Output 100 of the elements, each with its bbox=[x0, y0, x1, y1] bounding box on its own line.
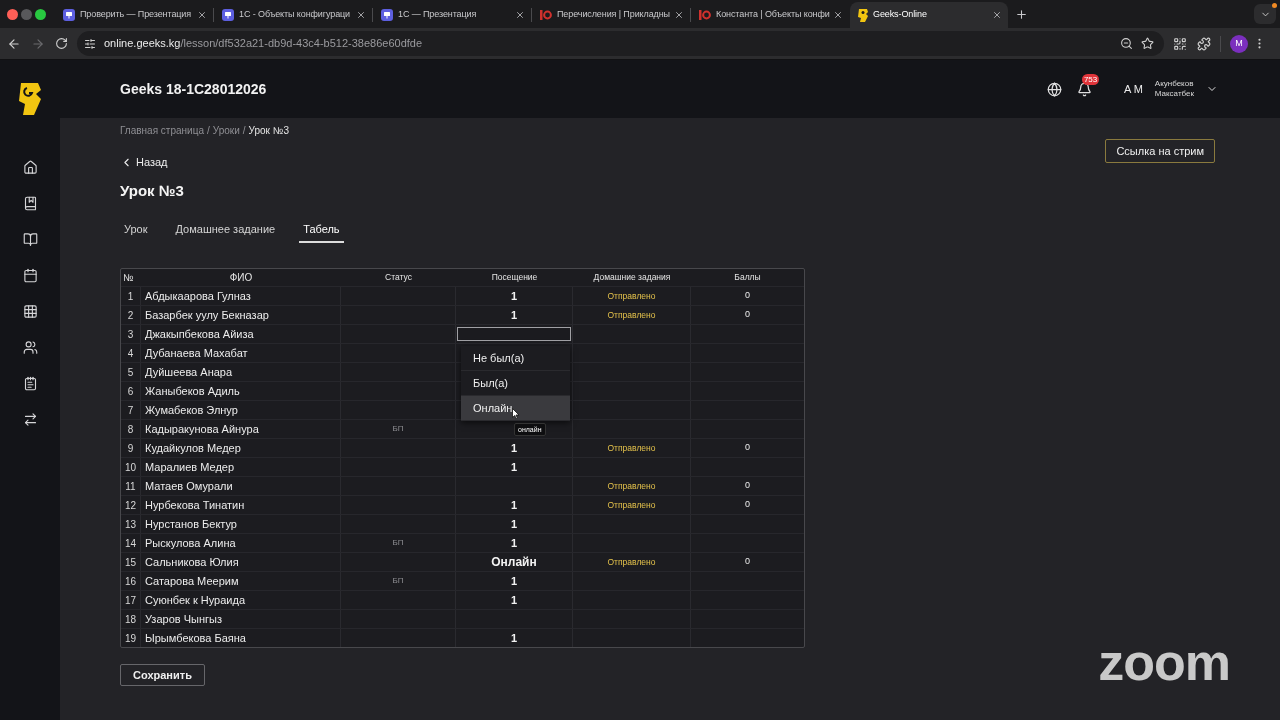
attendance-value: Онлайн bbox=[491, 554, 537, 571]
zoom-logo: zoom bbox=[1098, 642, 1230, 682]
back-link[interactable]: Назад bbox=[120, 155, 168, 169]
tab-title: 1С — Презентация bbox=[398, 8, 478, 22]
site-settings-icon[interactable] bbox=[84, 37, 96, 50]
url-text: online.geeks.kg/lesson/df532a21-db9d-43c4-b512-38e86e60dfde bbox=[104, 36, 423, 52]
close-icon[interactable] bbox=[992, 10, 1002, 20]
row-number: 12 bbox=[124, 498, 137, 513]
slides-favicon-icon bbox=[63, 9, 75, 21]
close-icon[interactable] bbox=[356, 10, 366, 20]
homework-status: Отправлено bbox=[607, 498, 656, 512]
notification-badge: 753 bbox=[1081, 73, 1100, 85]
user-initials: A M bbox=[1123, 81, 1143, 97]
home-icon[interactable] bbox=[22, 160, 38, 175]
qr-code-icon[interactable] bbox=[1173, 36, 1187, 51]
attendance-value: 1 bbox=[510, 288, 518, 304]
breadcrumb-link[interactable]: Уроки bbox=[212, 122, 240, 138]
student-name: Абдыкаарова Гулназ bbox=[145, 288, 251, 304]
score-value: 0 bbox=[745, 555, 750, 569]
student-name: Жаныбеков Адиль bbox=[145, 383, 240, 399]
row-number: 14 bbox=[124, 536, 137, 551]
student-name: Сальникова Юлия bbox=[145, 554, 239, 570]
tab-list-button[interactable] bbox=[1254, 4, 1276, 24]
slides-favicon-icon bbox=[381, 9, 393, 21]
row-number: 6 bbox=[127, 384, 134, 399]
bell-icon[interactable] bbox=[1076, 81, 1092, 97]
attendance-value: 1 bbox=[510, 516, 518, 532]
column-header: Домашние задания bbox=[593, 271, 671, 284]
extensions-puzzle-icon[interactable] bbox=[1197, 36, 1211, 51]
profile-avatar[interactable]: M bbox=[1230, 34, 1248, 53]
close-window-icon[interactable] bbox=[7, 8, 18, 20]
attendance-value: 1 bbox=[510, 440, 518, 456]
ring-mark-favicon-icon bbox=[699, 10, 711, 20]
page-title: Урок №3 bbox=[120, 182, 184, 200]
browser-tab[interactable]: Константа | Объекты конфи bbox=[691, 2, 849, 28]
close-icon[interactable] bbox=[515, 10, 525, 20]
row-number: 10 bbox=[124, 460, 137, 475]
dropdown-option[interactable]: Был(а) bbox=[461, 371, 570, 396]
open-book-icon[interactable] bbox=[22, 232, 38, 247]
row-number: 11 bbox=[125, 479, 136, 494]
page-tab[interactable]: Табель bbox=[299, 217, 344, 243]
tab-title: Проверить — Презентация bbox=[80, 8, 192, 22]
page-tab[interactable]: Домашнее задание bbox=[171, 217, 280, 243]
grid-icon[interactable] bbox=[22, 304, 38, 319]
user-name: Максатбек bbox=[1154, 89, 1194, 99]
browser-tab[interactable]: 1С - Объекты конфигураци bbox=[214, 2, 372, 28]
attendance-select-field[interactable] bbox=[457, 327, 571, 341]
student-name: Сатарова Меерим bbox=[145, 573, 239, 589]
close-icon[interactable] bbox=[674, 10, 684, 20]
breadcrumb-link[interactable]: Главная страница bbox=[120, 122, 204, 138]
maximize-window-icon[interactable] bbox=[35, 8, 46, 20]
attendance-value: 1 bbox=[510, 535, 518, 551]
student-name: Базарбек уулу Бекназар bbox=[145, 307, 269, 323]
save-button[interactable]: Сохранить bbox=[120, 664, 205, 686]
column-header: Посещение bbox=[491, 271, 538, 284]
close-icon[interactable] bbox=[833, 10, 843, 20]
attendance-value: 1 bbox=[510, 592, 518, 608]
student-name: Джакыпбекова Айиза bbox=[145, 326, 254, 342]
address-bar[interactable]: online.geeks.kg/lesson/df532a21-db9d-43c4-b512-38e86e60dfde bbox=[77, 31, 1164, 56]
row-number: 7 bbox=[127, 403, 134, 418]
calendar-icon[interactable] bbox=[22, 268, 38, 283]
people-icon[interactable] bbox=[22, 340, 38, 355]
browser-tab[interactable]: Перечисления | Прикладны bbox=[532, 2, 690, 28]
row-number: 4 bbox=[127, 346, 134, 361]
bookmarked-book-icon[interactable] bbox=[22, 196, 38, 211]
column-header: ФИО bbox=[229, 271, 253, 285]
student-name: Матаев Омурали bbox=[145, 478, 233, 494]
close-icon[interactable] bbox=[197, 10, 207, 20]
back-arrow-icon[interactable] bbox=[7, 36, 21, 51]
geeks-logo-icon[interactable] bbox=[19, 83, 41, 115]
score-value: 0 bbox=[745, 479, 750, 493]
homework-status: Отправлено bbox=[607, 479, 656, 493]
bookmark-star-icon[interactable] bbox=[1141, 37, 1154, 50]
reload-icon[interactable] bbox=[55, 37, 68, 50]
row-number: 16 bbox=[124, 574, 137, 589]
row-number: 3 bbox=[127, 327, 134, 342]
swap-arrows-icon[interactable] bbox=[22, 412, 38, 427]
browser-tab[interactable]: Geeks-Online bbox=[850, 2, 1008, 28]
stream-link-button[interactable]: Ссылка на стрим bbox=[1105, 139, 1215, 163]
dropdown-option[interactable]: Онлайн bbox=[461, 396, 570, 421]
student-name: Маралиев Медер bbox=[145, 459, 235, 475]
column-header: № bbox=[123, 271, 134, 285]
zoom-out-icon[interactable] bbox=[1120, 37, 1133, 50]
browser-tab[interactable]: 1С — Презентация bbox=[373, 2, 531, 28]
attendance-value: 1 bbox=[510, 573, 518, 589]
homework-status: Отправлено bbox=[607, 308, 656, 322]
new-tab-icon[interactable] bbox=[1015, 8, 1028, 21]
score-value: 0 bbox=[745, 498, 750, 512]
browser-tab[interactable]: Проверить — Презентация bbox=[55, 2, 213, 28]
attendance-value: 1 bbox=[510, 459, 518, 475]
page-tab[interactable]: Урок bbox=[120, 217, 152, 243]
globe-icon[interactable] bbox=[1046, 81, 1062, 97]
column-header: Статус bbox=[385, 271, 412, 284]
status-text: БП bbox=[392, 575, 404, 587]
dropdown-option[interactable]: Не был(а) bbox=[461, 346, 570, 371]
row-number: 1 bbox=[127, 289, 134, 304]
score-value: 0 bbox=[745, 441, 750, 455]
breadcrumb-separator: / bbox=[242, 123, 246, 138]
document-icon[interactable] bbox=[22, 376, 38, 391]
homework-status: Отправлено bbox=[607, 441, 656, 455]
